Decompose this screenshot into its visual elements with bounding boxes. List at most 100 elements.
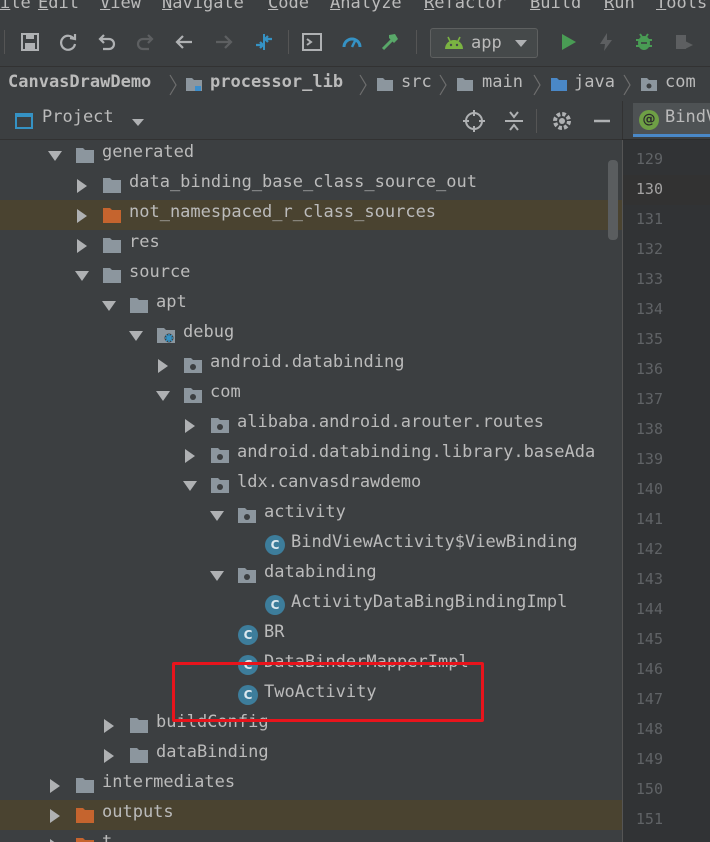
line-number: 139 <box>635 450 663 468</box>
editor-tab-bar: @ BindV <box>622 101 710 139</box>
debug-bug-icon[interactable] <box>632 30 656 54</box>
toolbar-separator <box>536 109 537 133</box>
tree-item[interactable]: alibaba.android.arouter.routes <box>0 410 622 440</box>
chevron-right-icon <box>169 74 177 96</box>
editor-tab[interactable]: @ BindV <box>633 103 710 137</box>
menu-view[interactable]: View <box>100 0 141 13</box>
tree-item-label: databinding <box>264 562 377 582</box>
sync-icon[interactable] <box>56 30 80 54</box>
tree-item-label: generated <box>102 142 195 162</box>
tree-item[interactable]: activity <box>0 500 622 530</box>
expand-arrow-right-icon[interactable] <box>75 178 89 193</box>
main-toolbar: app <box>0 16 710 67</box>
expand-arrow-right-icon[interactable] <box>183 418 197 433</box>
back-icon[interactable] <box>172 30 196 54</box>
expand-arrow-down-icon[interactable] <box>102 298 116 312</box>
package-icon <box>237 566 257 584</box>
expand-arrow-down-icon[interactable] <box>75 268 89 282</box>
tree-item[interactable]: res <box>0 230 622 260</box>
breadcrumb-item[interactable]: src <box>401 72 432 92</box>
breadcrumb-item[interactable]: CanvasDrawDemo <box>8 72 151 92</box>
apply-changes-icon[interactable] <box>594 30 618 54</box>
folder-icon <box>129 296 149 314</box>
breadcrumb-item[interactable]: processor_lib <box>210 72 343 92</box>
tree-item[interactable]: t <box>0 830 622 842</box>
class-icon: C <box>238 625 258 645</box>
attach-debugger-icon[interactable] <box>672 30 696 54</box>
tree-item[interactable]: source <box>0 260 622 290</box>
run-icon[interactable] <box>556 30 580 54</box>
expand-arrow-right-icon[interactable] <box>102 748 116 763</box>
tree-item[interactable]: debug <box>0 320 622 350</box>
project-view-selector[interactable]: Project <box>42 107 114 127</box>
tree-item[interactable]: com <box>0 380 622 410</box>
menu-refactor[interactable]: Refactor <box>424 0 506 13</box>
tree-item[interactable]: databinding <box>0 560 622 590</box>
hide-panel-icon[interactable] <box>590 109 614 133</box>
save-all-icon[interactable] <box>18 30 42 54</box>
tree-item-label: ldx.canvasdrawdemo <box>237 472 422 492</box>
expand-arrow-right-icon[interactable] <box>102 718 116 733</box>
menu-file[interactable]: ile <box>0 0 31 13</box>
expand-arrow-down-icon[interactable] <box>210 508 224 522</box>
tree-item[interactable]: not_namespaced_r_class_sources <box>0 200 622 230</box>
tree-item[interactable]: data_binding_base_class_source_out <box>0 170 622 200</box>
expand-arrow-down-icon[interactable] <box>48 148 62 162</box>
line-number: 141 <box>635 510 663 528</box>
collapse-all-icon[interactable] <box>502 109 526 133</box>
chevron-down-icon <box>515 40 527 47</box>
tree-item[interactable]: apt <box>0 290 622 320</box>
expand-arrow-right-icon[interactable] <box>75 238 89 253</box>
editor-tab-label: BindV <box>665 107 710 127</box>
run-config-dropdown[interactable]: app <box>430 28 538 58</box>
menu-analyze[interactable]: Analyze <box>330 0 402 13</box>
breadcrumb-item[interactable]: main <box>482 72 523 92</box>
tree-item[interactable]: android.databinding.library.baseAda <box>0 440 622 470</box>
tree-item-label: intermediates <box>102 772 236 792</box>
profiler-gauge-icon[interactable] <box>340 30 364 54</box>
breadcrumb-item[interactable]: java <box>574 72 615 92</box>
terminal-icon[interactable] <box>300 30 324 54</box>
menu-build[interactable]: Build <box>530 0 581 13</box>
merge-arrows-icon[interactable] <box>252 30 276 54</box>
tree-item[interactable]: outputs <box>0 800 622 830</box>
tree-item-label: BR <box>264 622 285 642</box>
menu-tools[interactable]: Tools <box>656 0 707 13</box>
menu-navigate[interactable]: Navigate <box>162 0 244 13</box>
expand-arrow-down-icon[interactable] <box>210 568 224 582</box>
expand-arrow-down-icon[interactable] <box>183 478 197 492</box>
menu-run[interactable]: Run <box>604 0 635 13</box>
expand-arrow-right-icon[interactable] <box>75 208 89 223</box>
forward-icon[interactable] <box>212 30 236 54</box>
tree-item[interactable]: generated <box>0 140 622 170</box>
tree-item[interactable]: C ActivityDataBingBindingImpl <box>0 590 622 620</box>
expand-arrow-right-icon[interactable] <box>48 778 62 793</box>
expand-arrow-right-icon[interactable] <box>48 808 62 823</box>
chevron-down-icon[interactable] <box>132 119 144 127</box>
menu-edit[interactable]: Edit <box>38 0 79 13</box>
tree-item-label: com <box>210 382 241 402</box>
gear-icon[interactable] <box>550 109 574 133</box>
tree-item-label: android.databinding <box>210 352 405 372</box>
build-hammer-icon[interactable] <box>378 30 402 54</box>
tree-item[interactable]: dataBinding <box>0 740 622 770</box>
breadcrumb-item[interactable]: com <box>665 72 696 92</box>
tree-item[interactable]: intermediates <box>0 770 622 800</box>
locate-crosshair-icon[interactable] <box>462 109 486 133</box>
redo-icon[interactable] <box>134 30 158 54</box>
expand-arrow-right-icon[interactable] <box>183 448 197 463</box>
class-icon: C <box>265 595 285 615</box>
tree-item[interactable]: C BR <box>0 620 622 650</box>
undo-icon[interactable] <box>94 30 118 54</box>
tree-item[interactable]: C BindViewActivity$ViewBinding <box>0 530 622 560</box>
expand-arrow-down-icon[interactable] <box>156 388 170 402</box>
expand-arrow-right-icon[interactable] <box>48 838 62 842</box>
menu-code[interactable]: Code <box>268 0 309 13</box>
expand-arrow-down-icon[interactable] <box>129 328 143 342</box>
expand-arrow-right-icon[interactable] <box>156 358 170 373</box>
line-number: 151 <box>635 810 663 828</box>
tree-item[interactable]: android.databinding <box>0 350 622 380</box>
tree-item[interactable]: ldx.canvasdrawdemo <box>0 470 622 500</box>
tree-scrollbar[interactable] <box>608 160 618 240</box>
tree-item-label: res <box>129 232 160 252</box>
